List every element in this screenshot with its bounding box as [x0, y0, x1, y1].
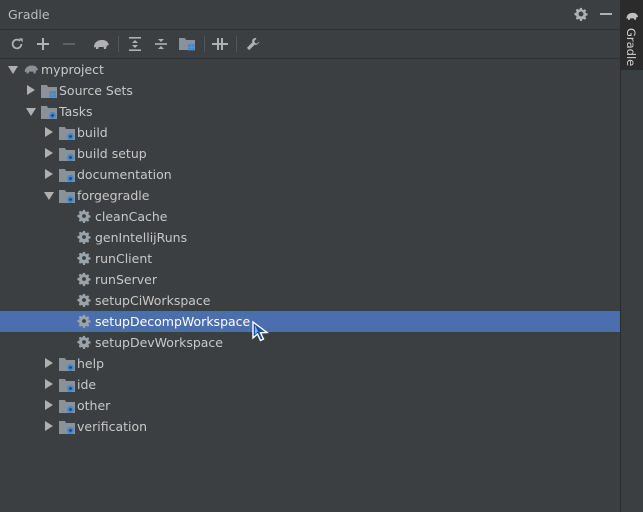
task-clean-cache[interactable]: cleanCache — [0, 206, 620, 227]
minimize-icon[interactable] — [598, 6, 614, 22]
tree-node-label: other — [77, 398, 111, 413]
elephant-icon[interactable] — [92, 35, 110, 53]
chevron-right-icon[interactable] — [45, 379, 53, 389]
tree-node-other[interactable]: other — [0, 395, 620, 416]
tree-node-documentation[interactable]: documentation — [0, 164, 620, 185]
tree-node-build-setup[interactable]: build setup — [0, 143, 620, 164]
tree-node-source-sets[interactable]: Source Sets — [0, 80, 620, 101]
task-setup-dev-workspace[interactable]: setupDevWorkspace — [0, 332, 620, 353]
chevron-right-icon[interactable] — [45, 148, 53, 158]
folder-grid-icon[interactable] — [178, 35, 196, 53]
expand-all-icon[interactable] — [126, 35, 144, 53]
task-setup-ci-workspace[interactable]: setupCiWorkspace — [0, 290, 620, 311]
tree-node-forgegradle[interactable]: forgegradle — [0, 185, 620, 206]
tree-node-label: setupDecompWorkspace — [95, 314, 251, 329]
chevron-down-icon[interactable] — [8, 66, 18, 74]
chevron-right-icon[interactable] — [27, 85, 35, 95]
task-run-client[interactable]: runClient — [0, 248, 620, 269]
task-group-folder-icon — [59, 167, 75, 183]
tree-node-build[interactable]: build — [0, 122, 620, 143]
tool-window-title: Gradle — [8, 7, 50, 22]
task-group-folder-icon — [59, 377, 75, 393]
gradle-side-tab[interactable]: Gradle — [621, 0, 643, 70]
toolbar-separator — [236, 36, 237, 52]
chevron-down-icon[interactable] — [44, 192, 54, 200]
tree-node-help[interactable]: help — [0, 353, 620, 374]
refresh-icon[interactable] — [8, 35, 26, 53]
toolbar-separator — [118, 36, 119, 52]
right-tool-strip: Gradle — [620, 0, 643, 512]
tree-node-label: setupCiWorkspace — [95, 293, 211, 308]
tree-node-label: setupDevWorkspace — [95, 335, 223, 350]
task-run-server[interactable]: runServer — [0, 269, 620, 290]
tree-node-label: genIntellijRuns — [95, 230, 188, 245]
gradle-tool-window: Gradle myproject Source Sets Tasks build… — [0, 0, 620, 512]
task-group-folder-icon — [41, 104, 57, 120]
task-group-folder-icon — [59, 419, 75, 435]
tree-node-label: Source Sets — [59, 83, 133, 98]
task-group-folder-icon — [59, 188, 75, 204]
tree-node-label: build — [77, 125, 108, 140]
settings-gear-icon[interactable] — [573, 6, 589, 22]
task-gear-icon — [77, 293, 93, 309]
chevron-right-icon[interactable] — [45, 127, 53, 137]
chevron-down-icon[interactable] — [26, 108, 36, 116]
task-gear-icon — [77, 335, 93, 351]
tree-node-label: ide — [77, 377, 97, 392]
task-gear-icon — [77, 230, 93, 246]
gradle-tree: myproject Source Sets Tasks build build setu… — [0, 59, 620, 512]
tree-node-tasks[interactable]: Tasks — [0, 101, 620, 122]
tree-node-myproject[interactable]: myproject — [0, 59, 620, 80]
project-elephant-icon — [23, 62, 39, 78]
gradle-toolbar — [0, 30, 620, 59]
tree-node-label: build setup — [77, 146, 147, 161]
tree-node-label: Tasks — [59, 104, 93, 119]
side-tab-label: Gradle — [624, 28, 638, 67]
toggle-offline-icon[interactable] — [211, 35, 229, 53]
task-gear-icon — [77, 209, 93, 225]
tree-node-label: cleanCache — [95, 209, 168, 224]
source-sets-folder-icon — [41, 83, 57, 99]
task-gen-intellij-runs[interactable]: genIntellijRuns — [0, 227, 620, 248]
task-gear-icon — [77, 272, 93, 288]
tree-node-label: myproject — [41, 62, 104, 77]
task-gear-icon — [77, 314, 93, 330]
mouse-cursor-icon — [252, 320, 269, 342]
elephant-icon — [626, 12, 639, 20]
task-group-folder-icon — [59, 356, 75, 372]
minus-icon[interactable] — [60, 35, 78, 53]
collapse-all-icon[interactable] — [152, 35, 170, 53]
chevron-right-icon[interactable] — [45, 358, 53, 368]
chevron-right-icon[interactable] — [45, 421, 53, 431]
task-group-folder-icon — [59, 146, 75, 162]
tool-window-header: Gradle — [0, 0, 620, 30]
task-group-folder-icon — [59, 398, 75, 414]
toolbar-separator — [204, 36, 205, 52]
task-setup-decomp-workspace[interactable]: setupDecompWorkspace — [0, 311, 620, 332]
tree-node-verification[interactable]: verification — [0, 416, 620, 437]
tree-node-label: help — [77, 356, 105, 371]
tree-node-label: forgegradle — [77, 188, 150, 203]
tree-node-ide[interactable]: ide — [0, 374, 620, 395]
tree-node-label: verification — [77, 419, 148, 434]
chevron-right-icon[interactable] — [45, 169, 53, 179]
task-group-folder-icon — [59, 125, 75, 141]
plus-icon[interactable] — [34, 35, 52, 53]
wrench-icon[interactable] — [244, 35, 262, 53]
task-gear-icon — [77, 251, 93, 267]
chevron-right-icon[interactable] — [45, 400, 53, 410]
tree-node-label: runServer — [95, 272, 157, 287]
tree-node-label: documentation — [77, 167, 172, 182]
tree-node-label: runClient — [95, 251, 153, 266]
